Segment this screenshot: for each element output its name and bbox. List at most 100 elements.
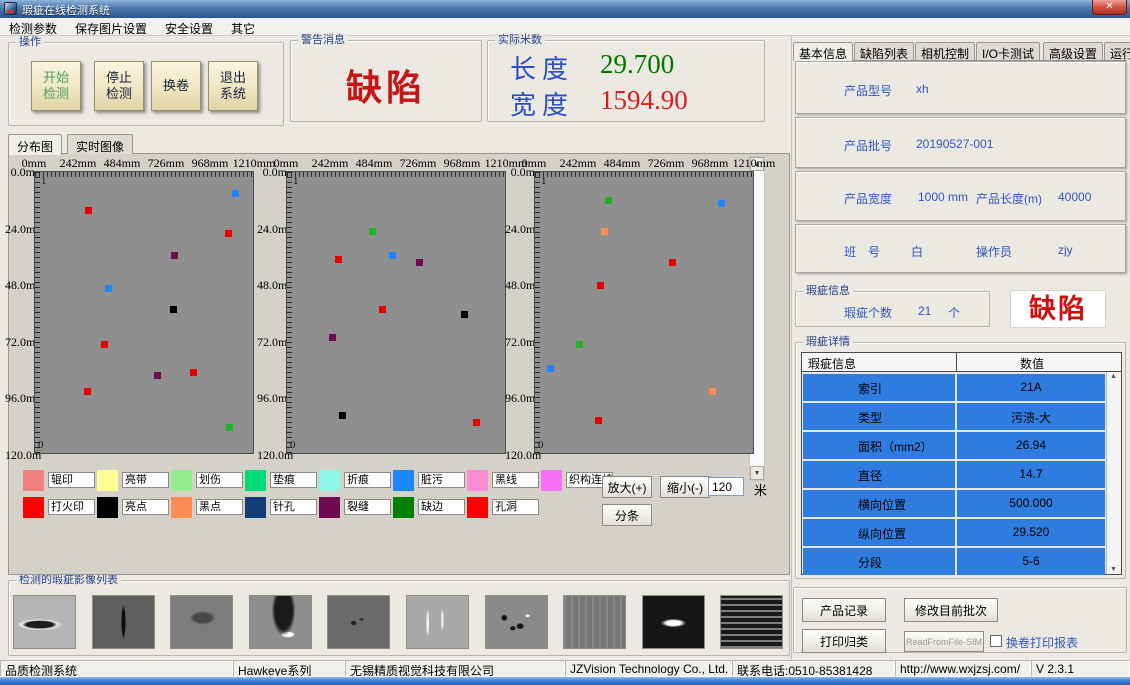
right-tab-1[interactable]: 基本信息 — [793, 42, 853, 61]
defect-detail-table: 瑕疵信息 数值 索引21A类型污渍-大面积（mm2）26.94直径14.7横向位… — [801, 352, 1122, 575]
defect-thumbnail-5[interactable] — [327, 595, 390, 649]
menu-item-2[interactable]: 保存图片设置 — [66, 18, 156, 36]
actions-group: 产品记录 修改目前批次 打印归类 ReadFromFile-SIM 换卷打印报表 — [793, 587, 1127, 653]
defect-point[interactable] — [597, 282, 604, 289]
defect-point[interactable] — [85, 207, 92, 214]
table-scroll-up-icon[interactable]: ▲ — [1110, 373, 1117, 380]
op-button-2[interactable]: 停止检测 — [94, 61, 144, 111]
op-button-4[interactable]: 退出系统 — [208, 61, 258, 111]
print-on-roll-change-checkbox[interactable] — [990, 635, 1002, 647]
menu-item-1[interactable]: 检测参数 — [0, 18, 66, 36]
x-tick-label: 968mm — [692, 156, 729, 171]
scatter-plot-1[interactable]: 10 — [34, 171, 254, 454]
menu-item-3[interactable]: 安全设置 — [156, 18, 222, 36]
defect-thumbnail-3[interactable] — [170, 595, 233, 649]
right-tab-3[interactable]: 相机控制 — [915, 42, 975, 60]
defect-point[interactable] — [718, 200, 725, 207]
right-tab-6[interactable]: 运行状态信息 — [1104, 42, 1130, 60]
defect-point[interactable] — [547, 365, 554, 372]
defect-thumbnail-9[interactable] — [642, 595, 705, 649]
zoom-out-button[interactable]: 缩小(-) — [660, 476, 710, 498]
y-tick-label: 120.0m — [257, 448, 287, 463]
warning-message: 缺陷 — [291, 59, 481, 111]
legend-label: 脏污 — [418, 472, 465, 488]
split-button[interactable]: 分条 — [602, 504, 652, 526]
zoom-in-button[interactable]: 放大(+) — [602, 476, 652, 498]
x-tick-label: 484mm — [604, 156, 641, 171]
view-tab-2[interactable]: 实时图像 — [67, 134, 133, 154]
defect-point[interactable] — [369, 228, 376, 235]
legend-item: 折痕 — [319, 470, 391, 491]
detail-row[interactable]: 纵向位置29.520 — [803, 519, 1105, 546]
defect-point[interactable] — [605, 197, 612, 204]
scatter-plot-3[interactable]: 10 — [534, 171, 754, 454]
detail-row[interactable]: 类型污渍-大 — [803, 403, 1105, 430]
defect-point[interactable] — [389, 252, 396, 259]
defect-thumbnail-8[interactable] — [563, 595, 626, 649]
defect-point[interactable] — [379, 306, 386, 313]
defect-point[interactable] — [84, 388, 91, 395]
defect-thumbnail-2[interactable] — [92, 595, 155, 649]
range-input[interactable] — [708, 477, 744, 496]
defect-point[interactable] — [101, 341, 108, 348]
detail-row[interactable]: 索引21A — [803, 374, 1105, 401]
detail-row[interactable]: 横向位置500.000 — [803, 490, 1105, 517]
product-record-button[interactable]: 产品记录 — [802, 598, 886, 622]
right-tab-4[interactable]: I/O卡测试 — [976, 42, 1040, 60]
legend-swatch-icon — [23, 497, 44, 518]
print-classify-button[interactable]: 打印归类 — [802, 629, 886, 653]
op-button-3[interactable]: 换卷 — [151, 61, 201, 111]
detail-row[interactable]: 面积（mm2）26.94 — [803, 432, 1105, 459]
detail-row-value: 500.000 — [957, 490, 1105, 517]
scroll-down-icon[interactable]: ▼ — [750, 466, 764, 480]
defect-point[interactable] — [473, 419, 480, 426]
defect-point[interactable] — [576, 341, 583, 348]
detail-row[interactable]: 直径14.7 — [803, 461, 1105, 488]
defect-point[interactable] — [335, 256, 342, 263]
right-tab-2[interactable]: 缺陷列表 — [854, 42, 914, 60]
product-batch-value: 20190527-001 — [916, 137, 993, 151]
defect-point[interactable] — [329, 334, 336, 341]
table-scrollbar[interactable]: ▲ ▼ — [1106, 372, 1121, 574]
view-tab-1[interactable]: 分布图 — [8, 134, 62, 155]
table-scroll-down-icon[interactable]: ▼ — [1110, 566, 1117, 573]
shift-label: 班 号 — [844, 243, 880, 260]
op-button-1[interactable]: 开始检测 — [31, 61, 81, 111]
product-size-panel: 产品宽度 1000 mm 产品长度(m) 40000 — [795, 171, 1126, 221]
defect-point[interactable] — [190, 369, 197, 376]
legend-item: 孔洞 — [467, 497, 539, 518]
right-tab-5[interactable]: 高级设置 — [1043, 42, 1103, 60]
menu-item-4[interactable]: 其它 — [222, 18, 264, 36]
defect-point[interactable] — [105, 285, 112, 292]
defect-point[interactable] — [170, 306, 177, 313]
defect-point[interactable] — [339, 412, 346, 419]
status-cell-6: http://www.wxjzsj.com/ — [895, 660, 1031, 677]
defect-thumbnail-1[interactable] — [13, 595, 76, 649]
defect-point[interactable] — [416, 259, 423, 266]
defect-point[interactable] — [171, 252, 178, 259]
y-tick-label: 72.0m — [505, 335, 535, 350]
defect-thumbnail-4[interactable] — [249, 595, 312, 649]
defect-point[interactable] — [595, 417, 602, 424]
defect-point[interactable] — [225, 230, 232, 237]
detail-header-name: 瑕疵信息 — [802, 353, 957, 371]
modify-batch-button[interactable]: 修改目前批次 — [904, 598, 998, 622]
x-tick-label: 242mm — [312, 156, 349, 171]
legend-item: 划伤 — [171, 470, 243, 491]
defect-point[interactable] — [232, 190, 239, 197]
y-tick-label: 120.0m — [505, 448, 535, 463]
close-button[interactable]: ✕ — [1092, 0, 1127, 15]
defect-point[interactable] — [709, 388, 716, 395]
defect-point[interactable] — [226, 424, 233, 431]
defect-thumbnail-10[interactable] — [720, 595, 783, 649]
defect-point[interactable] — [669, 259, 676, 266]
detail-row[interactable]: 分段5-6 — [803, 548, 1105, 575]
defect-point[interactable] — [601, 228, 608, 235]
defect-thumbnail-6[interactable] — [406, 595, 469, 649]
defect-point[interactable] — [461, 311, 468, 318]
scatter-plot-2[interactable]: 10 — [286, 171, 506, 454]
defect-point[interactable] — [154, 372, 161, 379]
defect-thumbnail-7[interactable] — [485, 595, 548, 649]
operator-label: 操作员 — [976, 243, 1012, 260]
legend-label: 折痕 — [344, 472, 391, 488]
